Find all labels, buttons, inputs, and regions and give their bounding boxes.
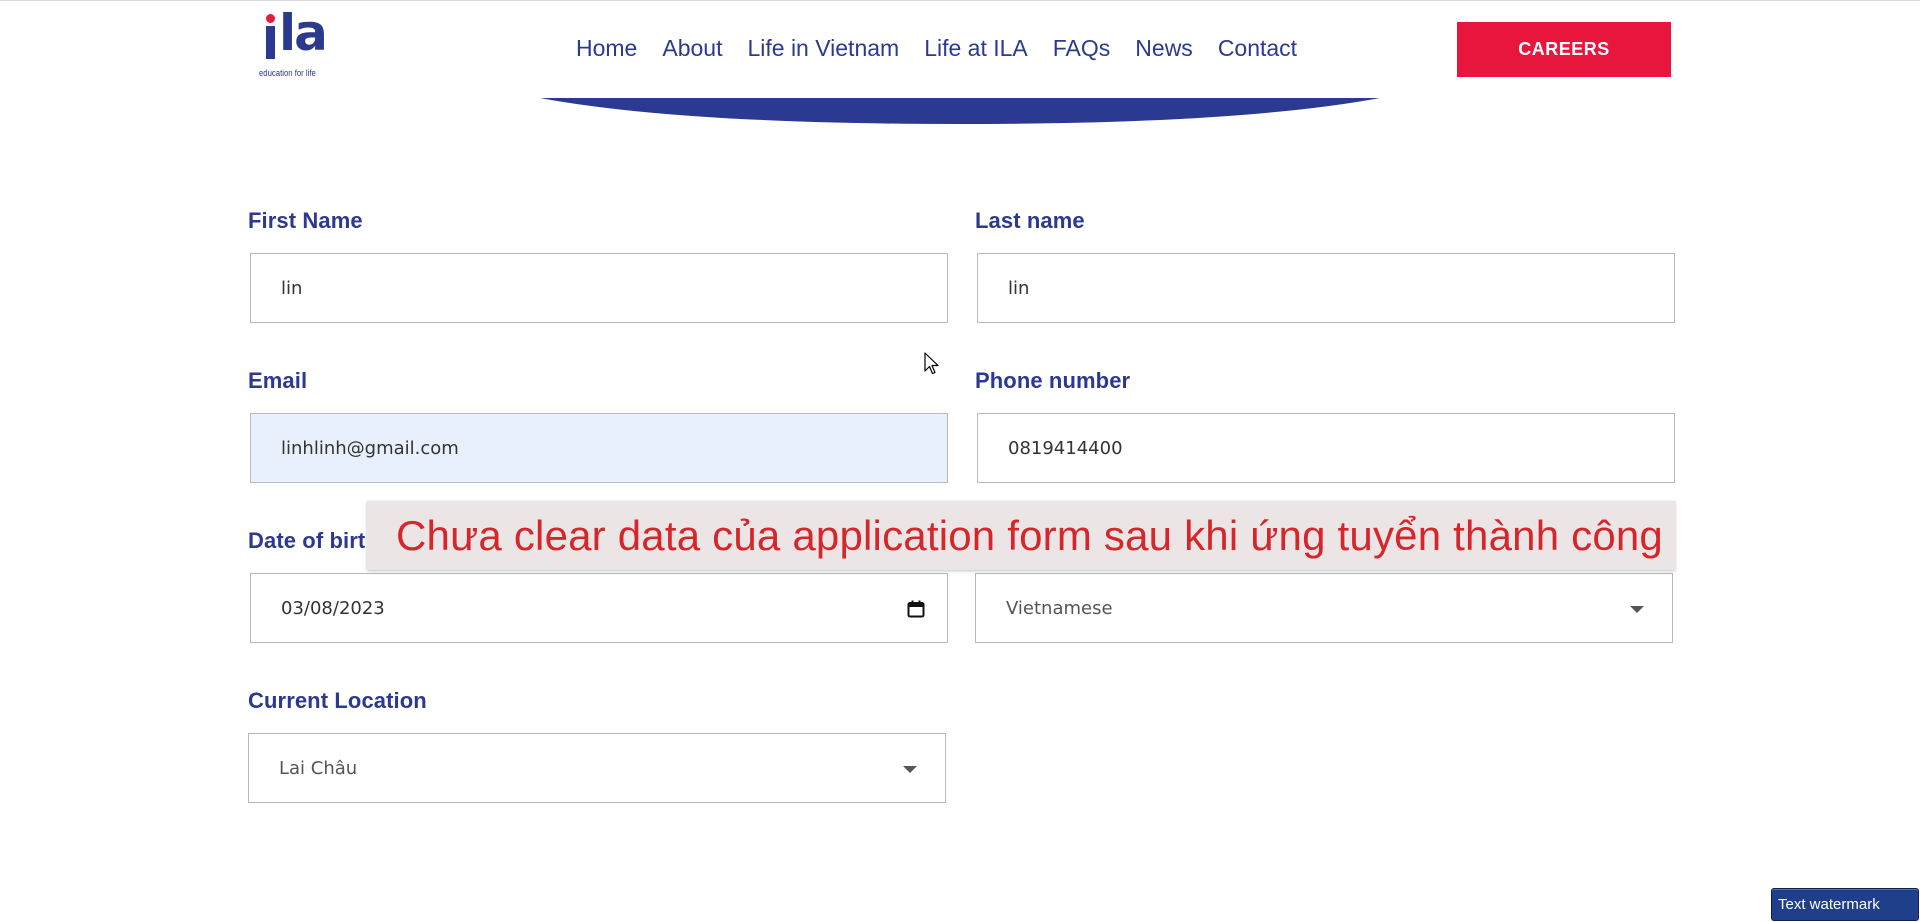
- mouse-cursor-icon: [924, 352, 939, 375]
- nav-faqs[interactable]: FAQs: [1053, 34, 1111, 62]
- last-name-value: lin: [1008, 277, 1030, 299]
- phone-value: 0819414400: [1008, 437, 1123, 459]
- overlay-caption-text: Chưa clear data của application form sau…: [396, 511, 1663, 559]
- logo-stem: [266, 26, 275, 59]
- main-nav: Home About Life in Vietnam Life at ILA F…: [576, 34, 1297, 62]
- location-selected-value: Lai Châu: [279, 757, 358, 779]
- text-watermark-badge: Text watermark: [1771, 888, 1919, 921]
- first-name-input[interactable]: lin: [250, 253, 948, 323]
- nav-news[interactable]: News: [1135, 34, 1193, 62]
- email-value: linhlinh@gmail.com: [281, 437, 459, 459]
- overlay-caption: Chưa clear data của application form sau…: [367, 501, 1675, 570]
- last-name-label: Last name: [975, 208, 1085, 233]
- location-select[interactable]: Lai Châu: [248, 733, 946, 803]
- nav-home[interactable]: Home: [576, 34, 637, 62]
- last-name-input[interactable]: lin: [977, 253, 1675, 323]
- location-label: Current Location: [248, 688, 427, 713]
- nav-about[interactable]: About: [662, 34, 722, 62]
- chevron-down-icon: [903, 766, 917, 773]
- nationality-select[interactable]: Vietnamese: [975, 573, 1673, 643]
- ila-logo[interactable]: la education for life: [258, 8, 328, 82]
- first-name-value: lin: [281, 277, 303, 299]
- nationality-selected-value: Vietnamese: [1006, 597, 1113, 619]
- logo-dot: [266, 14, 275, 23]
- careers-button[interactable]: CAREERS: [1457, 22, 1671, 77]
- calendar-icon[interactable]: [907, 600, 925, 618]
- header-swoosh-decoration: [540, 98, 1380, 124]
- dob-label: Date of birt: [248, 528, 366, 553]
- top-border: [0, 0, 1920, 1]
- nav-life-in-vietnam[interactable]: Life in Vietnam: [747, 34, 899, 62]
- phone-label: Phone number: [975, 368, 1131, 393]
- logo-tagline: education for life: [259, 68, 316, 78]
- first-name-label: First Name: [248, 208, 363, 233]
- email-label: Email: [248, 368, 308, 393]
- dob-input[interactable]: 03/08/2023: [250, 573, 948, 643]
- email-input[interactable]: linhlinh@gmail.com: [250, 413, 948, 483]
- phone-input[interactable]: 0819414400: [977, 413, 1675, 483]
- nav-life-at-ila[interactable]: Life at ILA: [924, 34, 1028, 62]
- dob-value: 03/08/2023: [281, 597, 385, 619]
- logo-wordmark: la: [279, 4, 328, 62]
- nav-contact[interactable]: Contact: [1218, 34, 1297, 62]
- chevron-down-icon: [1630, 606, 1644, 613]
